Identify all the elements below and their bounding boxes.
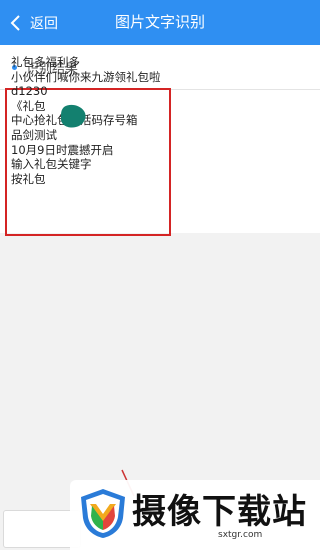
ocr-line: 品剑测试 — [11, 127, 57, 142]
ocr-line: 礼包多福利多 — [11, 55, 80, 69]
ocr-line: 10月9日时震撼开启 — [11, 142, 114, 157]
page-title: 图片文字识别 — [114, 13, 205, 31]
ocr-line: 输入礼包关键字 — [11, 157, 92, 172]
top-bar: 返回 图片文字识别 — [0, 0, 320, 45]
ocr-line: 小伙伴们喊你来九游领礼包啦 — [11, 69, 161, 84]
ocr-line: d1230 — [11, 84, 48, 99]
shield-logo-icon — [81, 489, 125, 538]
watermark: 摄像下载站 sxtgr.com — [70, 480, 320, 550]
watermark-url: sxtgr.com — [218, 530, 263, 540]
watermark-text: 摄像下载站 — [132, 492, 307, 532]
ocr-line: 按礼包 — [11, 171, 46, 186]
touch-marker-icon — [60, 104, 86, 128]
